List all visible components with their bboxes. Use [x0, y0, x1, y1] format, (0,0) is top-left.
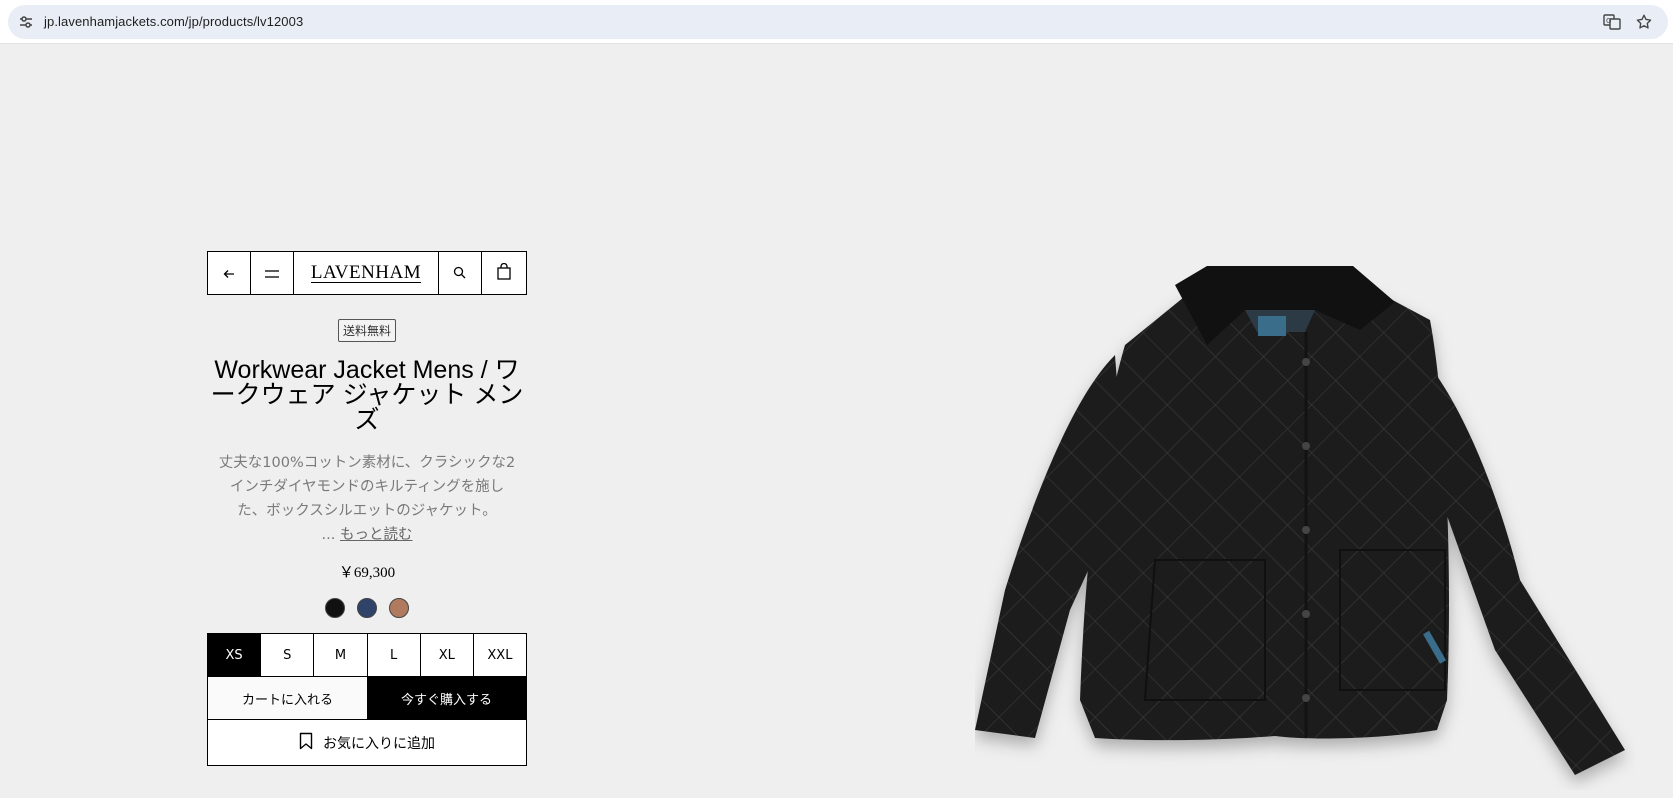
- product-title: Workwear Jacket Mens / ワークウェア ジャケット メンズ: [210, 356, 524, 434]
- cart-button[interactable]: [482, 252, 526, 294]
- bookmark-icon: [299, 732, 313, 754]
- menu-icon: [265, 264, 280, 283]
- size-option[interactable]: S: [261, 634, 315, 676]
- description-line: た、ボックスシルエットのジャケット。: [237, 503, 497, 519]
- arrow-left-icon: [223, 264, 235, 283]
- search-icon: [453, 264, 466, 283]
- product-image[interactable]: [975, 260, 1635, 790]
- add-to-cart-button[interactable]: カートに入れる: [208, 677, 367, 719]
- description-line: 丈夫な100%コットン素材に、クラシックな2: [218, 455, 516, 471]
- product-description: 丈夫な100%コットン素材に、クラシックな2 インチダイヤモンドのキルティングを…: [207, 451, 527, 547]
- color-swatches: [207, 598, 527, 618]
- buy-now-button[interactable]: 今すぐ購入する: [367, 677, 526, 719]
- bookmark-star-icon[interactable]: [1634, 12, 1654, 32]
- color-swatch-black[interactable]: [325, 598, 345, 618]
- svg-text:G: G: [1606, 17, 1611, 25]
- size-selector: XS S M L XL XXL: [207, 633, 527, 677]
- product-nav-bar: LAVENHAM: [207, 251, 527, 295]
- size-option[interactable]: XXL: [473, 634, 527, 676]
- add-to-wishlist-button[interactable]: お気に入りに追加: [207, 720, 527, 766]
- search-button[interactable]: [439, 252, 483, 294]
- size-option[interactable]: L: [367, 634, 421, 676]
- color-swatch-brown[interactable]: [389, 598, 409, 618]
- logo-text: LAVENHAM: [310, 261, 422, 283]
- menu-button[interactable]: [251, 252, 295, 294]
- translate-icon[interactable]: G: [1602, 12, 1622, 32]
- back-button[interactable]: [208, 252, 251, 294]
- url-text[interactable]: jp.lavenhamjackets.com/jp/products/lv120…: [44, 14, 303, 29]
- description-ellipsis: ...: [321, 527, 340, 543]
- shopping-bag-icon: [497, 262, 511, 284]
- size-option[interactable]: M: [314, 634, 368, 676]
- wishlist-label: お気に入りに追加: [323, 735, 435, 752]
- description-line: インチダイヤモンドのキルティングを施し: [229, 479, 505, 495]
- free-shipping-badge: 送料無料: [337, 319, 396, 342]
- purchase-actions: カートに入れる 今すぐ購入する: [207, 677, 527, 720]
- browser-toolbar: jp.lavenhamjackets.com/jp/products/lv120…: [0, 0, 1673, 44]
- size-option[interactable]: XL: [420, 634, 474, 676]
- product-price: ￥69,300: [338, 565, 396, 581]
- size-option[interactable]: XS: [208, 634, 262, 676]
- brand-logo[interactable]: LAVENHAM: [294, 252, 439, 294]
- color-swatch-navy[interactable]: [357, 598, 377, 618]
- product-panel: LAVENHAM 送料無料 Workwear Jacket Mens / ワーク…: [207, 251, 527, 766]
- read-more-link[interactable]: もっと読む: [340, 527, 413, 543]
- site-info-icon[interactable]: [18, 14, 34, 30]
- address-bar[interactable]: jp.lavenhamjackets.com/jp/products/lv120…: [8, 5, 1668, 39]
